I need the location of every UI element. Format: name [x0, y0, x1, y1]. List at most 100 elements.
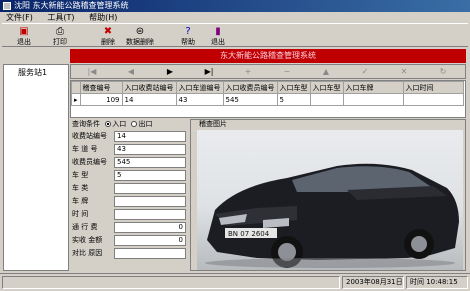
title-bar: 沈阳 东大新能公路稽查管理系统 [0, 0, 470, 12]
field-station-no: 收费站编号 14 [70, 131, 188, 142]
field-vehicle-type: 车 型 5 [70, 170, 188, 181]
inspection-photo: BN 07 2604 [197, 130, 463, 270]
inspection-photo-panel: BN 07 2604 稽查图片 [190, 119, 466, 271]
field-plate: 车 牌 [70, 196, 188, 207]
print-button[interactable]: ⎙ 打印 [48, 25, 72, 47]
vehicle-class-input[interactable] [114, 183, 186, 194]
record-navigator: |◀ ◀ ▶ ▶| + − ▲ ✓ ✕ ↻ [70, 64, 466, 79]
table-cell[interactable] [342, 93, 404, 106]
data-delete-button[interactable]: ⊜ 数据删除 [122, 25, 158, 47]
radio-entry[interactable] [105, 121, 112, 127]
field-compare-reason: 对比 原因 [70, 248, 188, 259]
tree-node-station[interactable]: 服务站1 [18, 67, 68, 78]
actual-amount-input[interactable]: 0 [114, 235, 186, 246]
exit-button-label: 退出 [17, 38, 31, 46]
window-title: 沈阳 东大新能公路稽查管理系统 [14, 1, 129, 10]
field-label: 车 类 [72, 184, 89, 192]
delete-button-label: 删除 [101, 38, 115, 46]
query-condition-label: 查询条件 [72, 120, 100, 128]
help-button-label: 帮助 [181, 38, 195, 46]
column-header[interactable]: 入口车道编号 [175, 81, 224, 94]
column-header[interactable]: 入口车牌 [342, 81, 404, 94]
column-header[interactable]: 入口车型 [309, 81, 344, 94]
table-cell[interactable] [309, 93, 344, 106]
nav-prior-button[interactable]: ◀ [112, 66, 150, 78]
field-label: 对比 原因 [72, 249, 103, 257]
field-time: 时 间 [70, 209, 188, 220]
field-label: 实收 金额 [72, 236, 103, 244]
help-button[interactable]: ? 帮助 [176, 25, 200, 47]
field-vehicle-class: 车 类 [70, 183, 188, 194]
table-cell[interactable]: 545 [222, 93, 278, 106]
nav-edit-button[interactable]: ▲ [307, 66, 345, 78]
menu-file[interactable]: 文件(F) [6, 13, 33, 22]
table-cell[interactable]: 109 [79, 93, 123, 106]
compare-reason-input[interactable] [114, 248, 186, 259]
records-table: 稽查编号 入口收费站编号 入口车道编号 入口收费员编号 入口车型 入口车型 入口… [71, 81, 464, 106]
data-delete-button-label: 数据删除 [126, 38, 154, 46]
field-actual-amount: 实收 金额 0 [70, 235, 188, 246]
exit-icon: ▣ [19, 26, 29, 37]
exit-button[interactable]: ▣ 退出 [12, 25, 36, 47]
table-row[interactable]: ▸ 109 14 43 545 5 [71, 93, 464, 106]
table-cell[interactable]: 14 [121, 93, 177, 106]
menu-tools[interactable]: 工具(T) [47, 13, 74, 22]
table-cell[interactable]: 43 [175, 93, 224, 106]
field-label: 通 行 费 [72, 223, 98, 231]
data-delete-icon: ⊜ [135, 26, 145, 37]
toolbar: ▣ 退出 ⎙ 打印 ✖ 删除 ⊜ 数据删除 ? 帮助 ▮ 退出 [2, 23, 468, 47]
detail-form: 查询条件 入口 出口 收费站编号 14 车 道 号 43 收费员编号 545 车… [70, 119, 188, 271]
field-label: 车 道 号 [72, 145, 98, 153]
field-label: 车 牌 [72, 197, 89, 205]
table-cell[interactable] [402, 93, 464, 106]
column-header[interactable]: 入口收费站编号 [121, 81, 177, 94]
field-label: 车 型 [72, 171, 89, 179]
delete-icon: ✖ [103, 26, 113, 37]
status-time: 时间 10:48:15 [406, 276, 468, 289]
column-header[interactable]: 入口时间 [402, 81, 464, 94]
status-panel-main [2, 276, 340, 289]
column-header[interactable]: 入口收费员编号 [222, 81, 278, 94]
help-icon: ? [185, 26, 191, 37]
table-header-row: 稽查编号 入口收费站编号 入口车道编号 入口收费员编号 入口车型 入口车型 入口… [71, 81, 464, 94]
printer-icon: ⎙ [56, 26, 64, 37]
collector-no-input[interactable]: 545 [114, 157, 186, 168]
vehicle-type-input[interactable]: 5 [114, 170, 186, 181]
records-grid[interactable]: 稽查编号 入口收费站编号 入口车道编号 入口收费员编号 入口车型 入口车型 入口… [70, 80, 466, 118]
radio-exit-label: 出口 [138, 120, 153, 128]
table-cell[interactable]: 5 [276, 93, 311, 106]
field-toll: 通 行 费 0 [70, 222, 188, 233]
radio-exit[interactable] [131, 121, 138, 127]
car-photo: BN 07 2604 [205, 163, 459, 268]
query-condition: 查询条件 入口 出口 [72, 119, 152, 129]
time-input[interactable] [114, 209, 186, 220]
nav-cancel-button[interactable]: ✕ [385, 66, 423, 78]
field-collector-no: 收费员编号 545 [70, 157, 188, 168]
nav-refresh-button[interactable]: ↻ [424, 66, 462, 78]
menu-bar: 文件(F) 工具(T) 帮助(H) [0, 12, 470, 23]
nav-first-button[interactable]: |◀ [73, 66, 111, 78]
toll-input[interactable]: 0 [114, 222, 186, 233]
menu-help[interactable]: 帮助(H) [89, 13, 117, 22]
radio-entry-label: 入口 [112, 120, 127, 128]
row-indicator-header [71, 81, 81, 94]
column-header[interactable]: 稽查编号 [79, 81, 123, 94]
lane-no-input[interactable]: 43 [114, 144, 186, 155]
field-lane-no: 车 道 号 43 [70, 144, 188, 155]
status-date: 2003年08月31日 [342, 276, 404, 289]
station-no-input[interactable]: 14 [114, 131, 186, 142]
nav-post-button[interactable]: ✓ [346, 66, 384, 78]
column-header[interactable]: 入口车型 [276, 81, 311, 94]
nav-last-button[interactable]: ▶| [190, 66, 228, 78]
nav-delete-button[interactable]: − [268, 66, 306, 78]
plate-input[interactable] [114, 196, 186, 207]
photo-caption: 稽查图片 [197, 120, 229, 129]
app-icon [3, 2, 11, 10]
nav-next-button[interactable]: ▶ [151, 66, 189, 78]
station-tree: 服务站1 [3, 64, 69, 271]
door-exit-icon: ▮ [215, 26, 221, 37]
nav-insert-button[interactable]: + [229, 66, 267, 78]
row-indicator: ▸ [71, 93, 81, 106]
quit-button[interactable]: ▮ 退出 [206, 25, 230, 47]
delete-button[interactable]: ✖ 删除 [96, 25, 120, 47]
